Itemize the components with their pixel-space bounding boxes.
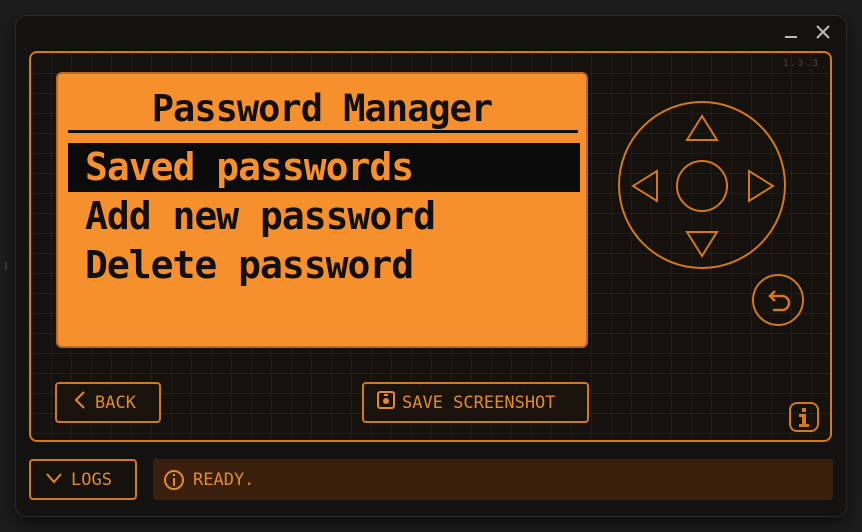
close-icon (816, 25, 830, 39)
logs-label: LOGS (71, 469, 112, 490)
dpad-right-button[interactable] (748, 169, 775, 203)
screen-menu: Saved passwords Add new password Delete … (68, 143, 580, 290)
info-button[interactable] (789, 402, 819, 432)
arrow-left-icon (631, 169, 658, 203)
menu-item-saved-passwords[interactable]: Saved passwords (68, 143, 580, 192)
dpad-down-button[interactable] (685, 231, 719, 258)
menu-item-delete-password[interactable]: Delete password (68, 241, 580, 290)
minimize-icon (785, 36, 797, 38)
info-icon (789, 402, 819, 432)
back-label: BACK (95, 392, 136, 413)
dpad-center-button[interactable] (676, 160, 728, 212)
status-text: READY. (193, 469, 255, 490)
chevron-down-icon (45, 470, 63, 490)
background-mark (3, 258, 9, 274)
save-screenshot-button[interactable]: SAVE SCREENSHOT (362, 382, 589, 423)
arrow-up-icon (685, 114, 719, 141)
dpad (617, 100, 787, 270)
camera-icon (376, 390, 396, 415)
menu-item-add-new-password[interactable]: Add new password (68, 192, 580, 241)
dpad-up-button[interactable] (685, 114, 719, 141)
logs-button[interactable]: LOGS (29, 459, 137, 500)
version-label: 1.3.3 (783, 59, 821, 69)
minimize-button[interactable] (781, 22, 801, 42)
device-screen: Password Manager Saved passwords Add new… (56, 72, 588, 348)
arrow-right-icon (748, 169, 775, 203)
status-bar: READY. (153, 459, 833, 500)
arrow-down-icon (685, 231, 719, 258)
title-divider (68, 130, 578, 133)
chevron-left-icon (71, 390, 89, 415)
undo-button[interactable] (752, 274, 804, 326)
save-screenshot-label: SAVE SCREENSHOT (402, 392, 556, 413)
screen-title: Password Manager (151, 87, 493, 130)
close-button[interactable] (813, 22, 833, 42)
dpad-left-button[interactable] (631, 169, 658, 203)
back-button[interactable]: BACK (55, 382, 161, 423)
info-circle-icon (164, 469, 184, 490)
undo-icon (768, 290, 791, 312)
